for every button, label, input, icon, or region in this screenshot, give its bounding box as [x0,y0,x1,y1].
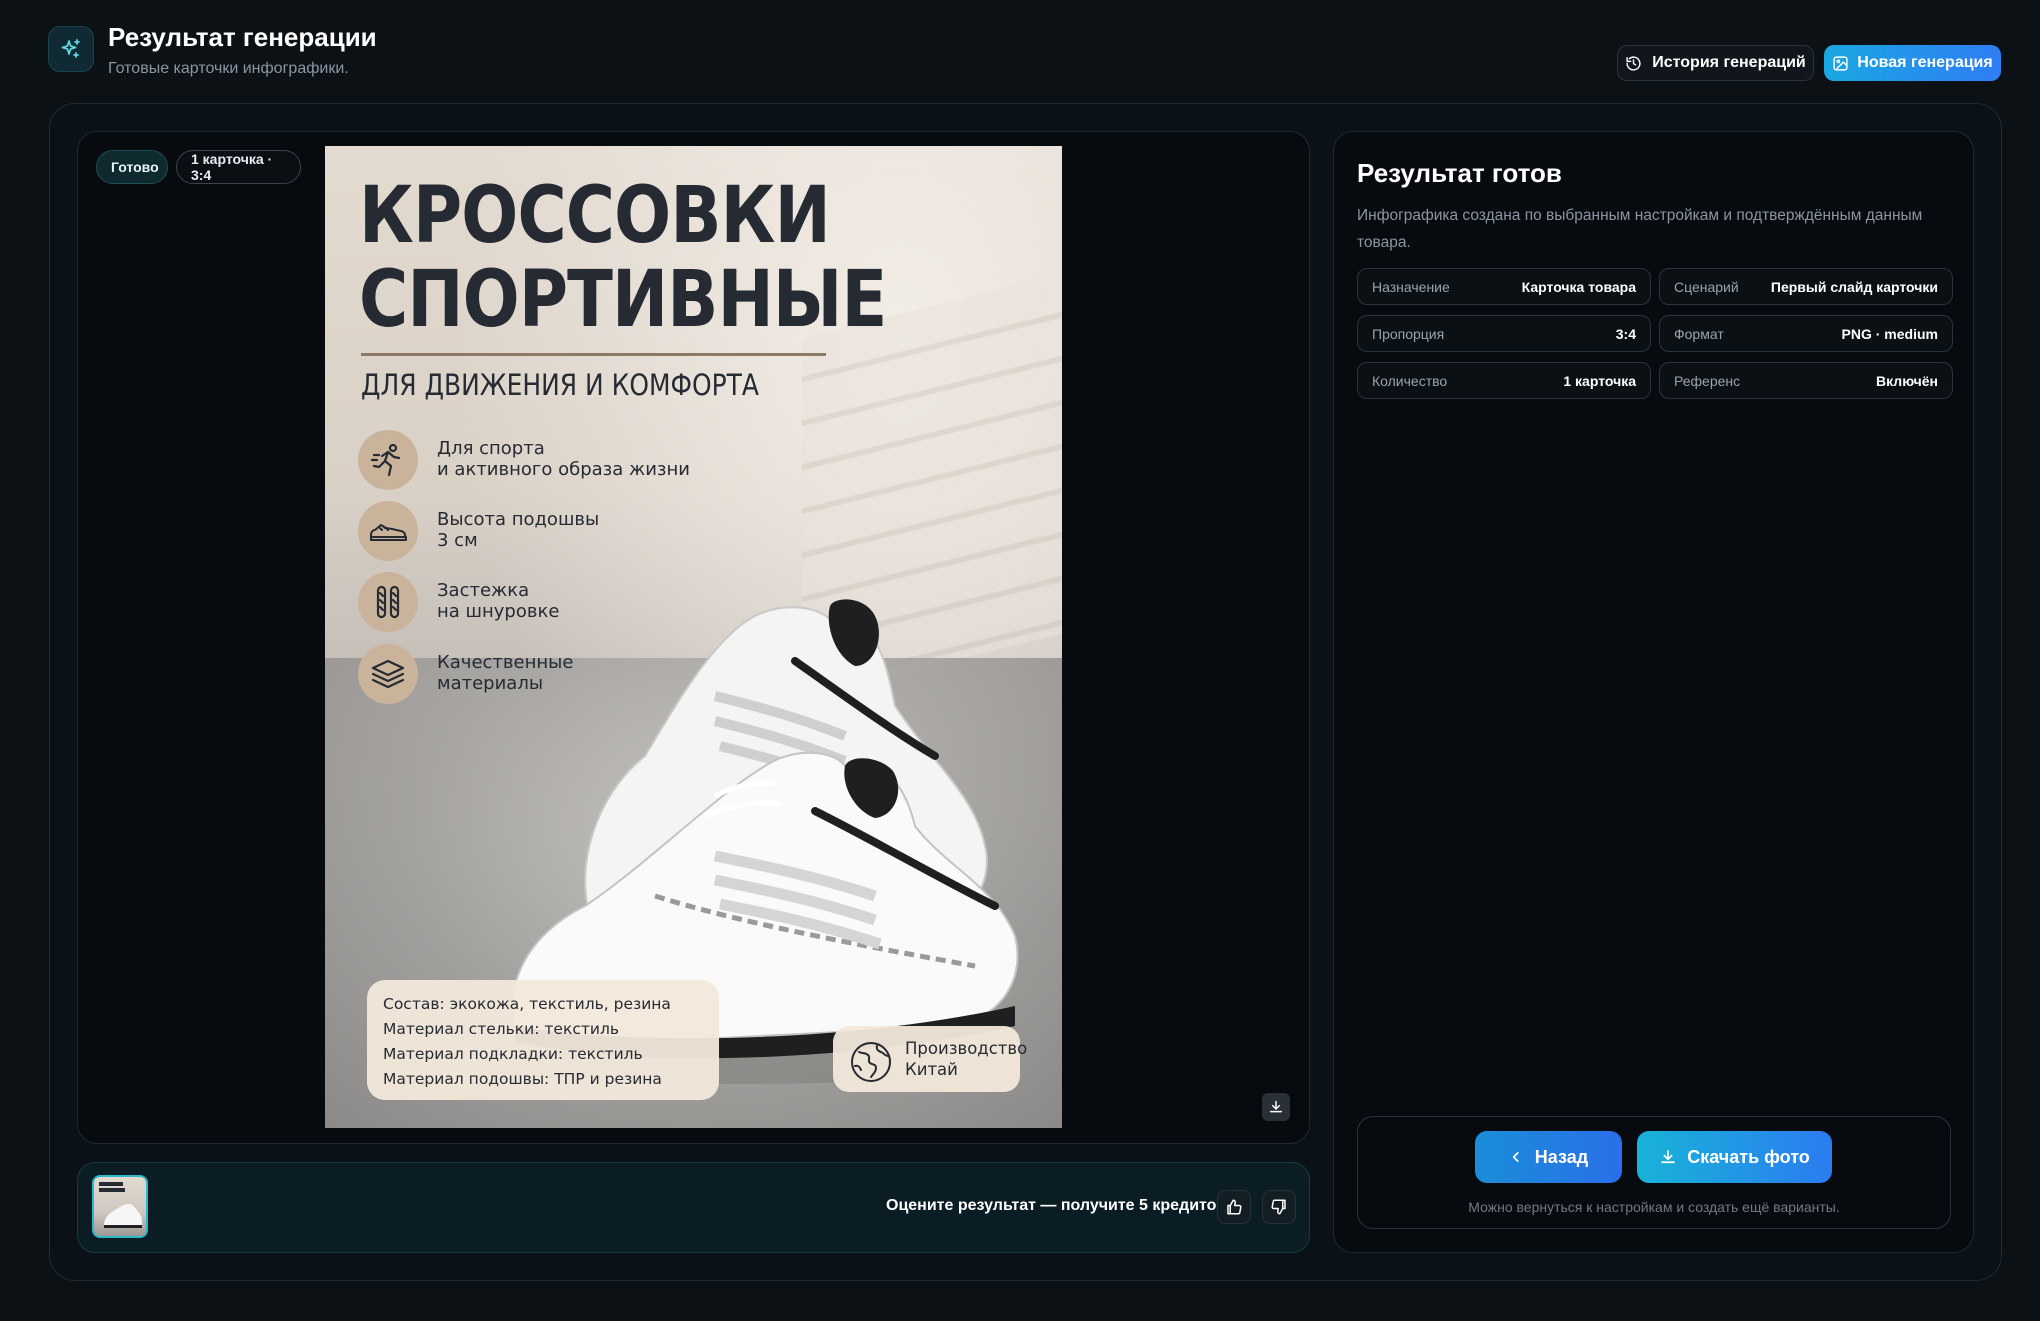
page-subtitle: Готовые карточки инфографики. [108,60,349,77]
status-badge: Готово [96,150,168,184]
sneaker-icon [370,524,407,541]
thumbs-up-icon [1227,1199,1242,1215]
layers-icon [371,659,405,689]
param-value: 3:4 [1615,325,1636,342]
result-description: Инфографика создана по выбранным настрой… [1357,207,1923,251]
download-photo-button[interactable]: Скачать фото [1637,1131,1832,1183]
thumbnail-sneaker-icon [99,1182,142,1228]
app-icon [48,26,94,72]
param-label: Формат [1674,325,1724,342]
param-purpose: Назначение Карточка товара [1357,268,1651,305]
download-icon [1269,1100,1283,1113]
poster-subtitle: ДЛЯ ДВИЖЕНИЯ И КОМФОРТА [361,368,759,402]
param-value: Первый слайд карточки [1770,278,1938,295]
thumbs-down-button[interactable] [1262,1190,1296,1224]
download-image-button[interactable] [1262,1093,1290,1121]
spec-line: Материал подошвы: ТПР и резина [383,1070,662,1088]
param-label: Пропорция [1372,325,1445,342]
globe-icon [851,1042,891,1082]
page-title: Результат генерации [108,22,377,52]
origin-line1: Производство [905,1039,1028,1058]
chevron-left-icon [1512,1152,1519,1162]
feature-line1: Для спорта [437,438,545,459]
image-plus-icon [1833,55,1848,71]
rating-label: Оцените результат — получите 5 кредитов [886,1197,1227,1214]
param-value: 1 карточка [1563,372,1636,389]
param-reference: Референс Включён [1659,362,1953,399]
spec-line: Материал стельки: текстиль [383,1020,619,1038]
generated-poster[interactable]: КРОССОВКИ СПОРТИВНЫЕ ДЛЯ ДВИЖЕНИЯ И КОМФ… [325,146,1062,1128]
poster-title-line1: КРОССОВКИ [359,171,831,261]
history-icon [1626,55,1641,71]
laces-icon [376,585,400,619]
poster-title-line2: СПОРТИВНЫЕ [359,255,887,345]
new-generation-button[interactable]: Новая генерация [1824,45,2001,81]
param-label: Референс [1674,372,1741,389]
origin-box: Производство Китай [833,1026,1027,1092]
sparkles-icon [61,39,80,58]
param-scenario: Сценарий Первый слайд карточки [1659,268,1953,305]
param-value: PNG · medium [1841,325,1938,342]
back-label: Назад [1534,1146,1589,1167]
runner-icon [370,443,401,477]
param-label: Назначение [1372,278,1450,295]
spec-line: Состав: экокожа, текстиль, резина [383,995,671,1013]
history-button[interactable]: История генераций [1617,45,1814,81]
param-value: Карточка товара [1521,278,1636,295]
new-generation-label: Новая генерация [1857,54,1993,71]
poster-divider [361,353,826,356]
param-aspect-ratio: Пропорция 3:4 [1357,315,1651,352]
thumbs-up-button[interactable] [1217,1190,1251,1224]
history-label: История генераций [1652,54,1806,71]
origin-line2: Китай [905,1060,958,1079]
param-format: Формат PNG · medium [1659,315,1953,352]
download-label: Скачать фото [1687,1146,1810,1167]
count-badge: 1 карточка · 3:4 [176,150,301,184]
poster-title: КРОССОВКИ СПОРТИВНЫЕ [359,171,887,345]
param-value: Включён [1876,372,1938,389]
param-quantity: Количество 1 карточка [1357,362,1651,399]
back-button[interactable]: Назад [1475,1131,1622,1183]
poster-thumbnail[interactable] [92,1175,148,1238]
result-title: Результат готов [1357,158,1562,188]
specs-box: Состав: экокожа, текстиль, резина Матери… [367,980,719,1100]
actions-hint: Можно вернуться к настройкам и создать е… [1468,1199,1840,1215]
param-label: Сценарий [1674,278,1739,295]
thumbs-down-icon [1271,1199,1286,1215]
download-icon [1661,1150,1676,1164]
param-label: Количество [1372,372,1448,389]
spec-line: Материал подкладки: текстиль [383,1045,643,1063]
